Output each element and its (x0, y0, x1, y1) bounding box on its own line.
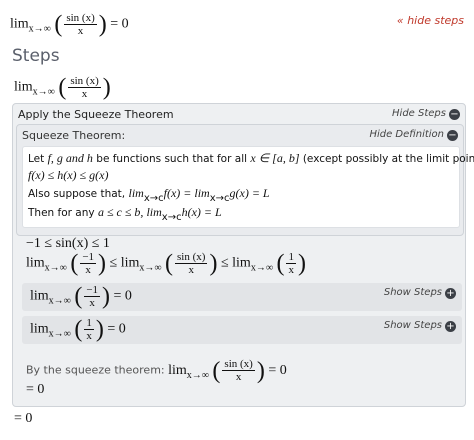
hide-steps-label: Hide Steps (392, 108, 446, 119)
definition-line-1: Let f, g and h be functions such that fo… (28, 151, 474, 166)
plus-circle-icon: + (445, 288, 456, 299)
show-steps-label: Show Steps (383, 320, 442, 331)
def-functions: f, g and h (47, 151, 93, 165)
lim-word: lim (30, 321, 49, 337)
lim-subscript: x→∞ (44, 262, 67, 274)
def-math: g(x) = L (229, 186, 270, 200)
squeeze-section-header: Apply the Squeeze Theorem (18, 108, 174, 121)
def-text: Then for any (28, 207, 98, 219)
def-text: (except possibly at the limit point c), (302, 153, 474, 165)
fraction-denominator: x (222, 370, 255, 383)
conclusion-result: = 0 (268, 362, 287, 378)
definition-header: Squeeze Theorem: (22, 129, 126, 142)
def-math: f(x) = (163, 186, 195, 200)
substep-expression-1: limx→∞ (−1 x) = 0 (30, 283, 132, 310)
fraction-denominator: x (84, 296, 101, 309)
top-result: = 0 (110, 16, 129, 32)
def-math: h(x) = L (181, 205, 222, 219)
top-equation: limx→∞ (sin (x) x) = 0 (10, 11, 129, 38)
lim-word: lim (26, 255, 45, 271)
lim-word: lim (10, 16, 29, 32)
def-inequality: f(x) ≤ h(x) ≤ g(x) (28, 168, 109, 182)
show-steps-label: Show Steps (383, 287, 442, 298)
lim-word: lim (128, 186, 144, 200)
fraction-denominator: x (64, 24, 97, 37)
limit-bounds: limx→∞ (−1 x) ≤ limx→∞ (sin (x) x) ≤ limx→… (26, 250, 306, 277)
lim-subscript: x→∞ (28, 23, 51, 35)
fraction-denominator: x (175, 263, 208, 276)
fraction-numerator: 1 (86, 317, 92, 329)
fraction-denominator: x (286, 263, 296, 276)
hide-definition-button[interactable]: Hide Definition − (369, 129, 458, 141)
lim-word: lim (194, 186, 210, 200)
minus-circle-icon: − (447, 130, 458, 141)
def-math: a ≤ c ≤ b, (97, 205, 147, 219)
lim-subscript: x→∞ (48, 328, 71, 340)
plus-circle-icon: + (445, 321, 456, 332)
definition-line-3: Also suppose that, limx→cf(x) = limx→cg(… (28, 186, 270, 204)
lim-subscript: x→∞ (186, 369, 209, 381)
lim-word: lim (168, 362, 187, 378)
hide-steps-link[interactable]: « hide steps (397, 14, 464, 27)
fraction-numerator: −1 (86, 284, 99, 296)
lim-word: lim (146, 205, 162, 219)
le-sign: ≤ (220, 255, 229, 271)
substep-expression-2: limx→∞ (1 x) = 0 (30, 316, 126, 343)
le-sign: ≤ (109, 255, 118, 271)
def-interval: x ∈ [a, b] (250, 151, 300, 165)
squeeze-conclusion: By the squeeze theorem: limx→∞ (sin (x) x… (26, 357, 287, 384)
final-result: = 0 (14, 411, 33, 426)
def-text: Let (28, 153, 48, 165)
hide-definition-label: Hide Definition (369, 129, 444, 140)
problem-expression: limx→∞ (sin (x) x) (14, 74, 111, 101)
lim-subscript: x→c (209, 193, 230, 204)
fraction-numerator: 1 (288, 251, 294, 263)
lim-word: lim (14, 79, 33, 95)
lim-word: lim (232, 255, 251, 271)
lim-subscript: x→∞ (250, 262, 273, 274)
fraction-denominator: x (68, 87, 101, 100)
conclusion-label: By the squeeze theorem: (26, 363, 169, 377)
substep-result: = 0 (107, 321, 126, 337)
lim-subscript: x→c (161, 212, 182, 223)
show-steps-button-2[interactable]: Show Steps + (384, 320, 456, 332)
def-text: be functions such that for all (92, 153, 251, 165)
section-result: = 0 (26, 382, 45, 397)
fraction-numerator: sin (x) (177, 251, 206, 263)
hide-steps-button[interactable]: Hide Steps − (392, 108, 460, 120)
fraction-numerator: sin (x) (224, 358, 253, 370)
definition-line-2: f(x) ≤ h(x) ≤ g(x) (28, 168, 108, 183)
fraction-numerator: sin (x) (70, 75, 99, 87)
lim-subscript: x→∞ (32, 86, 55, 98)
steps-title: Steps (12, 46, 60, 66)
lim-word: lim (120, 255, 140, 271)
minus-circle-icon: − (449, 109, 460, 120)
show-steps-button-1[interactable]: Show Steps + (384, 287, 456, 299)
lim-subscript: x→∞ (139, 262, 162, 274)
lim-word: lim (30, 288, 49, 304)
fraction-numerator: sin (x) (66, 12, 95, 24)
fraction-denominator: x (84, 329, 94, 342)
fraction-numerator: −1 (82, 251, 95, 263)
fraction-denominator: x (80, 263, 97, 276)
lim-subscript: x→∞ (48, 295, 71, 307)
def-text: Also suppose that, (28, 188, 129, 200)
substep-result: = 0 (113, 288, 132, 304)
definition-line-4: Then for any a ≤ c ≤ b, limx→ch(x) = L (28, 205, 222, 223)
lim-subscript: x→c (143, 193, 164, 204)
